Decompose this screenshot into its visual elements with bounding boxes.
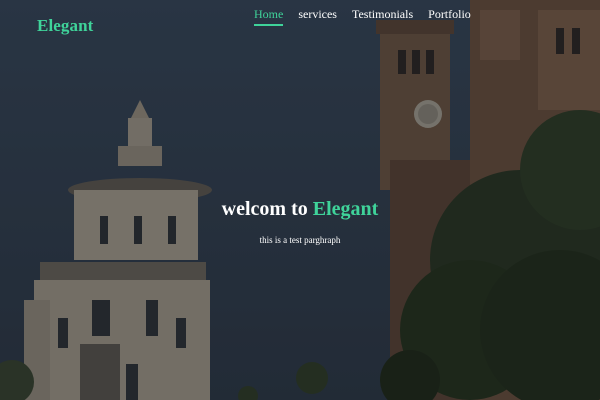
hero-headline: welcom to Elegant <box>0 198 600 221</box>
nav-menu: Home services Testimonials Portfolio <box>254 7 471 26</box>
headline-brand: Elegant <box>312 198 379 220</box>
hero-subtitle: this is a test parghraph <box>259 235 341 245</box>
headline-prefix: welcom to <box>221 198 308 220</box>
nav-link-services[interactable]: services <box>298 7 337 26</box>
top-navbar: Elegant Home services Testimonials Portf… <box>0 0 600 40</box>
nav-link-home[interactable]: Home <box>254 7 284 26</box>
nav-link-testimonials[interactable]: Testimonials <box>352 7 413 26</box>
nav-link-portfolio[interactable]: Portfolio <box>428 7 471 26</box>
brand-logo[interactable]: Elegant <box>37 16 93 36</box>
